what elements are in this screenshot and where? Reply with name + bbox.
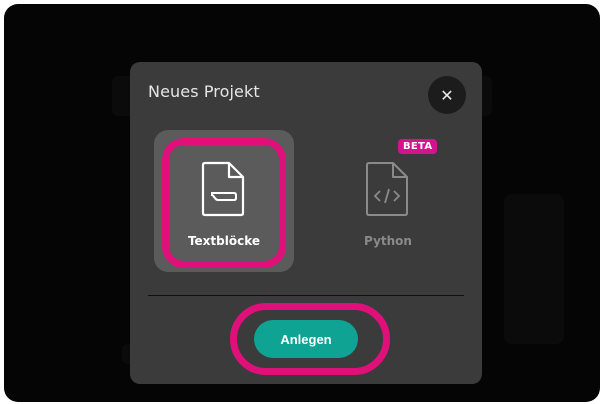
option-textblocks[interactable]: Textblöcke [154,130,294,272]
close-icon: ✕ [440,85,454,105]
option-label: Python [364,234,412,248]
new-project-dialog: Neues Projekt ✕ Textblöcke Python BETA A… [130,62,482,384]
app-frame: Neues Projekt ✕ Textblöcke Python BETA A… [4,4,600,402]
option-label: Textblöcke [187,234,261,248]
dialog-title: Neues Projekt [148,82,260,101]
option-python[interactable]: Python [318,130,458,272]
background-panel [504,194,564,344]
text-blocks-file-icon [201,161,245,217]
create-button[interactable]: Anlegen [254,320,358,358]
close-button[interactable]: ✕ [428,76,466,114]
beta-badge: BETA [398,139,438,154]
code-file-icon [366,162,408,216]
divider [148,295,464,296]
